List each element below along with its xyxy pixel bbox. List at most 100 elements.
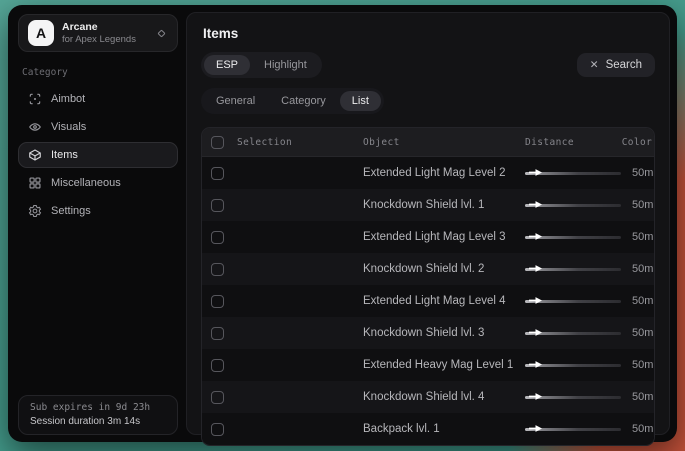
object-name: Extended Heavy Mag Level 1 bbox=[351, 359, 525, 371]
sidebar-item-label: Aimbot bbox=[51, 93, 85, 105]
sidebar-item-label: Settings bbox=[51, 205, 91, 217]
slider-thumb-icon[interactable] bbox=[529, 200, 542, 209]
column-header-color: Color bbox=[620, 137, 654, 148]
sub-expires-text: Sub expires in 9d 23h bbox=[30, 402, 166, 413]
aimbot-icon bbox=[28, 92, 42, 106]
main-panel: Items ESPHighlight ✕ Search GeneralCateg… bbox=[186, 12, 670, 435]
table-row[interactable]: Knockdown Shield lvl. 3 50m bbox=[202, 317, 654, 349]
row-checkbox[interactable] bbox=[211, 263, 224, 276]
distance-value: 50m bbox=[632, 231, 653, 243]
distance-slider[interactable] bbox=[525, 392, 621, 402]
tab-general[interactable]: General bbox=[204, 91, 267, 111]
object-name: Knockdown Shield lvl. 2 bbox=[351, 263, 525, 275]
miscellaneous-icon bbox=[28, 176, 42, 190]
object-name: Extended Light Mag Level 4 bbox=[351, 295, 525, 307]
table-header-row: Selection Object Distance Color bbox=[202, 128, 654, 157]
app-subtitle: for Apex Legends bbox=[62, 34, 147, 46]
object-name: Backpack lvl. 1 bbox=[351, 423, 525, 435]
distance-value: 50m bbox=[632, 199, 653, 211]
row-checkbox[interactable] bbox=[211, 391, 224, 404]
sidebar-item-settings[interactable]: Settings bbox=[18, 198, 178, 224]
sidebar-item-miscellaneous[interactable]: Miscellaneous bbox=[18, 170, 178, 196]
distance-slider[interactable] bbox=[525, 360, 621, 370]
session-duration-text: Session duration 3m 14s bbox=[30, 416, 166, 427]
visuals-icon bbox=[28, 120, 42, 134]
sidebar-item-label: Visuals bbox=[51, 121, 86, 133]
table-row[interactable]: Extended Light Mag Level 3 50m bbox=[202, 221, 654, 253]
distance-value: 50m bbox=[632, 327, 653, 339]
sidebar-item-aimbot[interactable]: Aimbot bbox=[18, 86, 178, 112]
tab-esp[interactable]: ESP bbox=[204, 55, 250, 75]
sidebar: A Arcane for Apex Legends Category Aimbo… bbox=[8, 5, 186, 442]
distance-cell: 50m bbox=[525, 167, 655, 179]
distance-slider[interactable] bbox=[525, 232, 621, 242]
sidebar-item-visuals[interactable]: Visuals bbox=[18, 114, 178, 140]
slider-thumb-icon[interactable] bbox=[529, 392, 542, 401]
distance-cell: 50m bbox=[525, 359, 655, 371]
distance-cell: 50m bbox=[525, 423, 655, 435]
slider-thumb-icon[interactable] bbox=[529, 328, 542, 337]
diamond-icon[interactable] bbox=[155, 27, 168, 40]
subscription-info-card: Sub expires in 9d 23h Session duration 3… bbox=[18, 395, 178, 435]
table-row[interactable]: Backpack lvl. 1 50m bbox=[202, 413, 654, 445]
object-name: Knockdown Shield lvl. 1 bbox=[351, 199, 525, 211]
select-all-checkbox[interactable] bbox=[211, 136, 224, 149]
sidebar-item-items[interactable]: Items bbox=[18, 142, 178, 168]
column-header-distance: Distance bbox=[525, 137, 620, 148]
page-title: Items bbox=[203, 26, 655, 41]
table-row[interactable]: Knockdown Shield lvl. 250m bbox=[202, 253, 654, 285]
distance-slider[interactable] bbox=[525, 264, 621, 274]
sidebar-item-label: Miscellaneous bbox=[51, 177, 121, 189]
sidebar-item-label: Items bbox=[51, 149, 78, 161]
sidebar-header-card: A Arcane for Apex Legends bbox=[18, 14, 178, 52]
row-checkbox[interactable] bbox=[211, 359, 224, 372]
row-checkbox[interactable] bbox=[211, 199, 224, 212]
toolbar: ESPHighlight ✕ Search bbox=[201, 52, 655, 78]
settings-icon bbox=[28, 204, 42, 218]
view-tab-group: GeneralCategoryList bbox=[201, 88, 384, 114]
row-checkbox[interactable] bbox=[211, 231, 224, 244]
distance-slider[interactable] bbox=[525, 424, 621, 434]
slider-thumb-icon[interactable] bbox=[529, 232, 542, 241]
slider-thumb-icon[interactable] bbox=[529, 168, 542, 177]
distance-cell: 50m bbox=[525, 199, 655, 211]
search-button[interactable]: ✕ Search bbox=[577, 53, 655, 77]
app-logo: A bbox=[28, 20, 54, 46]
column-header-selection: Selection bbox=[237, 137, 351, 148]
table-row[interactable]: Extended Heavy Mag Level 150m bbox=[202, 349, 654, 381]
slider-thumb-icon[interactable] bbox=[529, 296, 542, 305]
app-name: Arcane bbox=[62, 21, 147, 34]
row-checkbox[interactable] bbox=[211, 327, 224, 340]
row-checkbox[interactable] bbox=[211, 167, 224, 180]
table-row[interactable]: Extended Light Mag Level 250m bbox=[202, 157, 654, 189]
object-name: Extended Light Mag Level 2 bbox=[351, 167, 525, 179]
object-name: Knockdown Shield lvl. 3 bbox=[351, 327, 525, 339]
table-row[interactable]: Knockdown Shield lvl. 1 50m bbox=[202, 189, 654, 221]
object-name: Extended Light Mag Level 3 bbox=[351, 231, 525, 243]
search-button-label: Search bbox=[606, 59, 642, 71]
tab-highlight[interactable]: Highlight bbox=[252, 55, 319, 75]
distance-slider[interactable] bbox=[525, 168, 621, 178]
table-row[interactable]: Knockdown Shield lvl. 450m bbox=[202, 381, 654, 413]
sidebar-nav: Aimbot Visuals Items Miscellaneous Settings bbox=[18, 86, 178, 224]
table-row[interactable]: Extended Light Mag Level 450m bbox=[202, 285, 654, 317]
distance-cell: 50m bbox=[525, 263, 655, 275]
mode-tab-group: ESPHighlight bbox=[201, 52, 322, 78]
slider-thumb-icon[interactable] bbox=[529, 264, 542, 273]
search-x-icon: ✕ bbox=[590, 59, 599, 71]
distance-slider[interactable] bbox=[525, 328, 621, 338]
distance-slider[interactable] bbox=[525, 296, 621, 306]
distance-cell: 50m bbox=[525, 295, 655, 307]
items-table: Selection Object Distance Color Extended… bbox=[201, 127, 655, 446]
row-checkbox[interactable] bbox=[211, 423, 224, 436]
items-icon bbox=[28, 148, 42, 162]
distance-value: 50m bbox=[632, 391, 653, 403]
tab-list[interactable]: List bbox=[340, 91, 381, 111]
slider-thumb-icon[interactable] bbox=[529, 360, 542, 369]
distance-value: 50m bbox=[632, 423, 653, 435]
slider-thumb-icon[interactable] bbox=[529, 424, 542, 433]
distance-slider[interactable] bbox=[525, 200, 621, 210]
row-checkbox[interactable] bbox=[211, 295, 224, 308]
column-header-object: Object bbox=[351, 137, 525, 148]
tab-category[interactable]: Category bbox=[269, 91, 338, 111]
